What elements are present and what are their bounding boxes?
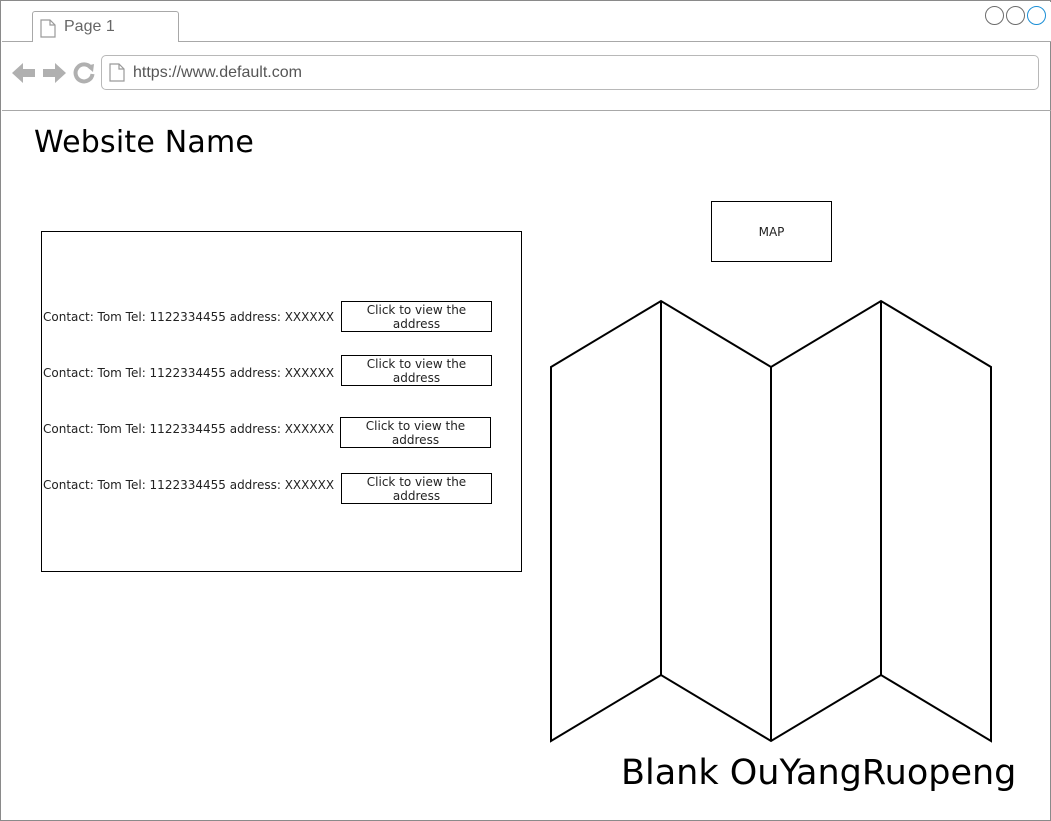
browser-toolbar: https://www.default.com: [2, 42, 1051, 111]
map-button[interactable]: MAP: [711, 201, 832, 262]
back-arrow-icon[interactable]: [12, 62, 36, 89]
tab-label: Page 1: [64, 18, 115, 35]
tab-page-1[interactable]: Page 1: [32, 11, 179, 42]
minimize-button[interactable]: [985, 6, 1004, 25]
view-address-button[interactable]: Click to view the address: [341, 355, 492, 386]
page-title: Website Name: [34, 125, 255, 160]
contact-text: Contact: Tom Tel: 1122334455 address: XX…: [43, 310, 335, 324]
signature-text: Blank OuYangRuopeng: [621, 753, 1017, 793]
contact-text: Contact: Tom Tel: 1122334455 address: XX…: [43, 422, 335, 436]
forward-arrow-icon[interactable]: [42, 62, 66, 89]
browser-window: Page 1 https://www.default.com Website N…: [0, 0, 1051, 821]
page-icon: [109, 63, 125, 87]
url-text: https://www.default.com: [133, 64, 302, 81]
view-address-button[interactable]: Click to view the address: [341, 301, 492, 332]
contact-text: Contact: Tom Tel: 1122334455 address: XX…: [43, 366, 335, 380]
view-address-button[interactable]: Click to view the address: [340, 417, 491, 448]
contact-text: Contact: Tom Tel: 1122334455 address: XX…: [43, 478, 335, 492]
tab-strip: Page 1: [2, 2, 1051, 42]
window-controls: [985, 6, 1046, 25]
view-address-button[interactable]: Click to view the address: [341, 473, 492, 504]
address-bar[interactable]: https://www.default.com: [101, 55, 1039, 90]
contact-list-panel: [41, 231, 522, 572]
reload-icon[interactable]: [73, 62, 95, 89]
maximize-button[interactable]: [1006, 6, 1025, 25]
page-icon: [40, 19, 56, 43]
close-button[interactable]: [1027, 6, 1046, 25]
folded-map-icon: [546, 296, 997, 753]
